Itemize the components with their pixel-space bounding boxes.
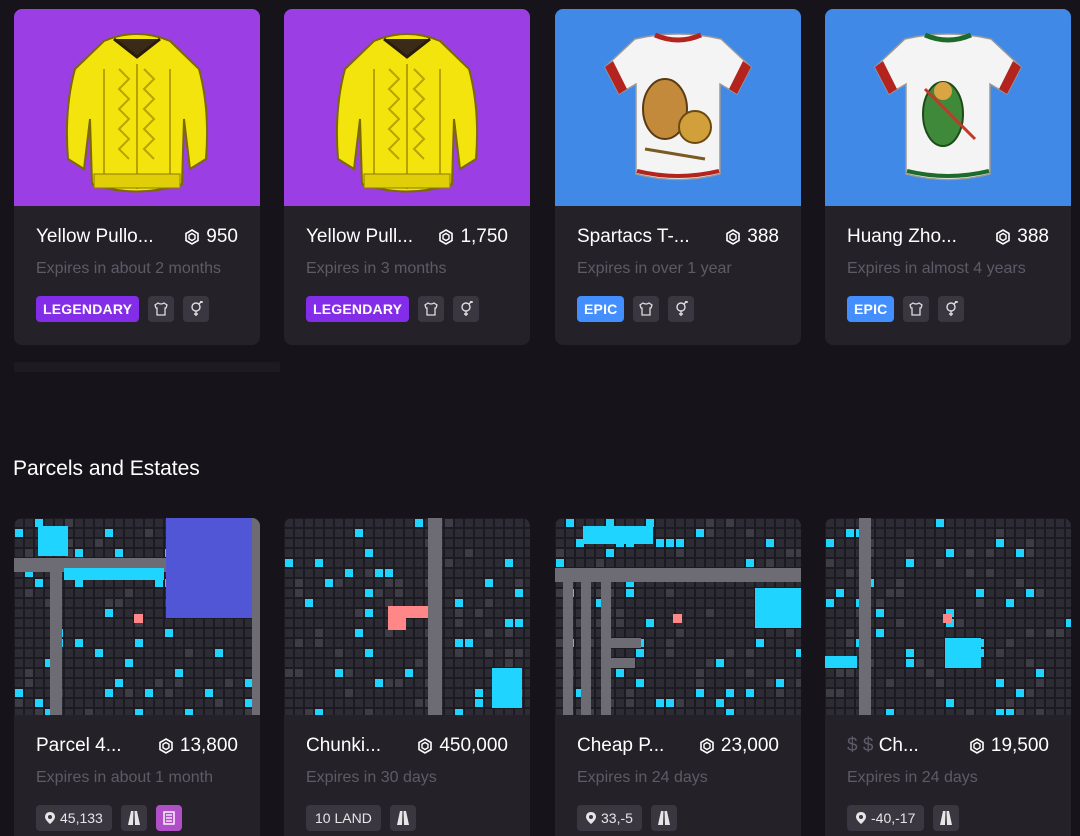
coordinates-value: 33,-5 <box>601 810 633 826</box>
item-title: $ $ Ch... <box>847 735 919 757</box>
spartacus-tshirt-image <box>604 32 752 181</box>
price-value: 388 <box>1017 226 1049 247</box>
expiry-text: Expires in 24 days <box>577 769 708 786</box>
upper-body-icon <box>633 296 660 322</box>
mana-icon <box>185 229 200 245</box>
expiry-text: Expires in about 2 months <box>36 260 221 277</box>
wearable-card[interactable]: Yellow Pull... 1,750 Expires in 3 months… <box>284 9 530 345</box>
item-price: 388 <box>995 226 1049 248</box>
road-icon <box>933 805 960 831</box>
price-value: 388 <box>747 226 779 247</box>
title-prefix: $ $ <box>847 735 874 756</box>
coordinates-tag: 45,133 <box>36 805 112 831</box>
land-card[interactable]: Cheap P... 23,000 Expires in 24 days 33,… <box>555 518 801 836</box>
yellow-pullover-image <box>335 33 479 193</box>
coordinates-tag: 33,-5 <box>577 805 642 831</box>
unisex-icon <box>183 296 210 322</box>
parcel-map <box>555 519 801 715</box>
coordinates-tag: -40,-17 <box>847 805 925 831</box>
price-value: 13,800 <box>179 735 238 756</box>
road-icon <box>120 805 147 831</box>
wearable-card[interactable]: Yellow Pullo... 950 Expires in about 2 m… <box>14 9 260 345</box>
price-value: 1,750 <box>460 226 508 247</box>
mana-icon <box>159 738 173 754</box>
wearable-thumbnail <box>14 9 260 206</box>
expiry-text: Expires in about 1 month <box>36 769 213 786</box>
price-value: 950 <box>206 226 238 247</box>
expiry-text: Expires in 24 days <box>847 769 978 786</box>
road-icon <box>650 805 677 831</box>
land-card[interactable]: $ $ Ch... 19,500 Expires in 24 days -40,… <box>825 518 1071 836</box>
section-title: Parcels and Estates <box>13 457 200 480</box>
price-value: 450,000 <box>439 735 508 756</box>
item-price: 13,800 <box>158 735 238 757</box>
item-price: 388 <box>725 226 779 248</box>
mana-icon <box>970 738 984 754</box>
mana-icon <box>996 229 1011 245</box>
coordinates-value: 45,133 <box>60 810 103 826</box>
price-value: 19,500 <box>990 735 1049 756</box>
pin-icon <box>586 812 596 824</box>
item-title: Spartacs T-... <box>577 226 690 247</box>
scroll-divider <box>14 362 280 372</box>
expiry-text: Expires in 3 months <box>306 260 447 277</box>
item-title: Yellow Pull... <box>306 226 414 247</box>
wearable-card[interactable]: Spartacs T-... 388 Expires in over 1 yea… <box>555 9 801 345</box>
rarity-badge: LEGENDARY <box>36 296 140 322</box>
huang-zhong-tshirt-image <box>874 32 1022 181</box>
item-price: 950 <box>184 226 238 248</box>
wearable-thumbnail <box>825 9 1071 206</box>
road-icon <box>389 805 416 831</box>
rarity-badge: EPIC <box>847 296 895 322</box>
mana-icon <box>418 738 433 754</box>
rarity-badge: EPIC <box>577 296 625 322</box>
yellow-pullover-image <box>65 33 209 193</box>
item-price: 1,750 <box>438 226 508 248</box>
land-card[interactable]: Parcel 4... 13,800 Expires in about 1 mo… <box>14 518 260 836</box>
land-map-thumbnail <box>555 518 801 715</box>
district-icon <box>155 805 182 831</box>
expiry-text: Expires in 30 days <box>306 769 437 786</box>
parcel-map <box>825 518 1071 715</box>
land-map-thumbnail <box>14 518 260 715</box>
wearable-card[interactable]: Huang Zho... 388 Expires in almost 4 yea… <box>825 9 1071 345</box>
unisex-icon <box>668 296 695 322</box>
item-price: 19,500 <box>969 735 1049 757</box>
upper-body-icon <box>418 296 445 322</box>
title-rest: Ch... <box>878 735 919 756</box>
pin-icon <box>856 812 866 824</box>
upper-body-icon <box>148 296 175 322</box>
item-price: 23,000 <box>699 735 779 757</box>
land-count-tag: 10 LAND <box>306 805 381 831</box>
item-title: Chunki... <box>306 735 381 756</box>
price-value: 23,000 <box>720 735 779 756</box>
unisex-icon <box>453 296 480 322</box>
wearable-thumbnail <box>284 9 530 206</box>
land-map-thumbnail <box>825 518 1071 715</box>
mana-icon <box>700 738 714 754</box>
mana-icon <box>439 229 454 245</box>
mana-icon <box>726 229 741 245</box>
estate-map <box>285 518 530 715</box>
coordinates-value: -40,-17 <box>871 810 916 826</box>
item-title: Cheap P... <box>577 735 665 756</box>
upper-body-icon <box>903 296 930 322</box>
parcel-map <box>14 518 260 715</box>
expiry-text: Expires in over 1 year <box>577 260 732 277</box>
wearable-thumbnail <box>555 9 801 206</box>
item-title: Huang Zho... <box>847 226 957 247</box>
pin-icon <box>45 812 55 824</box>
unisex-icon <box>938 296 965 322</box>
item-price: 450,000 <box>417 735 508 757</box>
land-map-thumbnail <box>284 518 530 715</box>
land-card[interactable]: Chunki... 450,000 Expires in 30 days 10 … <box>284 518 530 836</box>
item-title: Parcel 4... <box>36 735 122 756</box>
expiry-text: Expires in almost 4 years <box>847 260 1026 277</box>
item-title: Yellow Pullo... <box>36 226 154 247</box>
rarity-badge: LEGENDARY <box>306 296 410 322</box>
